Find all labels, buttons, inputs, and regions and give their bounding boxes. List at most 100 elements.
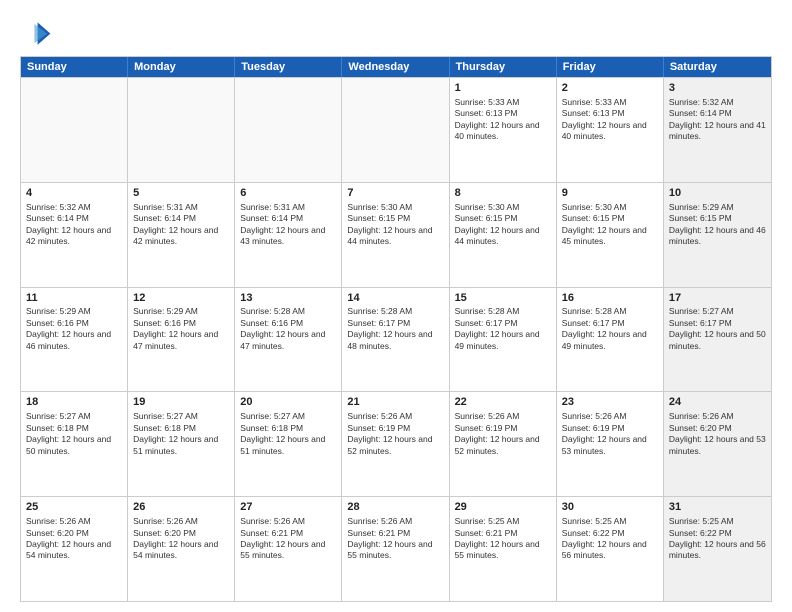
sunrise-text: Sunrise: 5:27 AM — [669, 306, 734, 316]
day-cell-5: 5Sunrise: 5:31 AMSunset: 6:14 PMDaylight… — [128, 183, 235, 287]
calendar-row-3: 18Sunrise: 5:27 AMSunset: 6:18 PMDayligh… — [21, 391, 771, 496]
logo-icon — [20, 16, 52, 48]
daylight-text: Daylight: 12 hours and 56 minutes. — [562, 539, 647, 560]
daylight-text: Daylight: 12 hours and 44 minutes. — [455, 225, 540, 246]
day-number: 8 — [455, 186, 551, 201]
sunrise-text: Sunrise: 5:26 AM — [26, 516, 91, 526]
daylight-text: Daylight: 12 hours and 42 minutes. — [133, 225, 218, 246]
header-day-tuesday: Tuesday — [235, 57, 342, 77]
daylight-text: Daylight: 12 hours and 54 minutes. — [133, 539, 218, 560]
daylight-text: Daylight: 12 hours and 48 minutes. — [347, 329, 432, 350]
sunrise-text: Sunrise: 5:28 AM — [562, 306, 627, 316]
calendar-row-0: 1Sunrise: 5:33 AMSunset: 6:13 PMDaylight… — [21, 77, 771, 182]
day-number: 30 — [562, 500, 658, 515]
daylight-text: Daylight: 12 hours and 46 minutes. — [26, 329, 111, 350]
day-cell-12: 12Sunrise: 5:29 AMSunset: 6:16 PMDayligh… — [128, 288, 235, 392]
sunrise-text: Sunrise: 5:26 AM — [240, 516, 305, 526]
header-day-saturday: Saturday — [664, 57, 771, 77]
day-cell-11: 11Sunrise: 5:29 AMSunset: 6:16 PMDayligh… — [21, 288, 128, 392]
day-number: 1 — [455, 81, 551, 96]
day-cell-6: 6Sunrise: 5:31 AMSunset: 6:14 PMDaylight… — [235, 183, 342, 287]
sunrise-text: Sunrise: 5:30 AM — [455, 202, 520, 212]
day-number: 23 — [562, 395, 658, 410]
daylight-text: Daylight: 12 hours and 51 minutes. — [133, 434, 218, 455]
sunset-text: Sunset: 6:15 PM — [347, 213, 410, 223]
daylight-text: Daylight: 12 hours and 52 minutes. — [347, 434, 432, 455]
daylight-text: Daylight: 12 hours and 51 minutes. — [240, 434, 325, 455]
day-cell-29: 29Sunrise: 5:25 AM Sunset: 6:21 PMDayligh… — [450, 497, 557, 601]
header-day-thursday: Thursday — [450, 57, 557, 77]
daylight-text: Daylight: 12 hours and 45 minutes. — [562, 225, 647, 246]
sunrise-text: Sunrise: 5:32 AM — [26, 202, 91, 212]
sunrise-text: Sunrise: 5:31 AM — [240, 202, 305, 212]
day-cell-28: 28Sunrise: 5:26 AMSunset: 6:21 PMDayligh… — [342, 497, 449, 601]
daylight-text: Daylight: 12 hours and 55 minutes. — [240, 539, 325, 560]
sunset-text: Sunset: 6:21 PM — [455, 528, 518, 538]
day-cell-20: 20Sunrise: 5:27 AMSunset: 6:18 PMDayligh… — [235, 392, 342, 496]
sunrise-text: Sunrise: 5:31 AM — [133, 202, 198, 212]
day-cell-31: 31Sunrise: 5:25 AMSunset: 6:22 PMDayligh… — [664, 497, 771, 601]
sunset-text: Sunset: 6:17 PM — [669, 318, 732, 328]
sunset-text: Sunset: 6:21 PM — [347, 528, 410, 538]
empty-cell — [342, 78, 449, 182]
day-cell-2: 2Sunrise: 5:33 AMSunset: 6:13 PMDaylight… — [557, 78, 664, 182]
day-number: 10 — [669, 186, 766, 201]
empty-cell — [128, 78, 235, 182]
day-cell-13: 13Sunrise: 5:28 AMSunset: 6:16 PMDayligh… — [235, 288, 342, 392]
sunrise-text: Sunrise: 5:26 AM — [455, 411, 520, 421]
daylight-text: Daylight: 12 hours and 41 minutes. — [669, 120, 766, 141]
day-cell-3: 3Sunrise: 5:32 AMSunset: 6:14 PMDaylight… — [664, 78, 771, 182]
day-cell-17: 17Sunrise: 5:27 AMSunset: 6:17 PMDayligh… — [664, 288, 771, 392]
sunset-text: Sunset: 6:22 PM — [669, 528, 732, 538]
sunrise-text: Sunrise: 5:29 AM — [26, 306, 91, 316]
sunset-text: Sunset: 6:17 PM — [562, 318, 625, 328]
day-cell-26: 26Sunrise: 5:26 AMSunset: 6:20 PMDayligh… — [128, 497, 235, 601]
day-cell-25: 25Sunrise: 5:26 AMSunset: 6:20 PMDayligh… — [21, 497, 128, 601]
calendar-row-4: 25Sunrise: 5:26 AMSunset: 6:20 PMDayligh… — [21, 496, 771, 601]
sunset-text: Sunset: 6:15 PM — [669, 213, 732, 223]
sunset-text: Sunset: 6:16 PM — [240, 318, 303, 328]
day-cell-7: 7Sunrise: 5:30 AMSunset: 6:15 PM Daylight… — [342, 183, 449, 287]
day-number: 26 — [133, 500, 229, 515]
calendar-header: SundayMondayTuesdayWednesdayThursdayFrid… — [21, 57, 771, 77]
day-cell-4: 4Sunrise: 5:32 AMSunset: 6:14 PMDaylight… — [21, 183, 128, 287]
sunset-text: Sunset: 6:15 PM — [562, 213, 625, 223]
empty-cell — [235, 78, 342, 182]
day-number: 19 — [133, 395, 229, 410]
calendar-row-1: 4Sunrise: 5:32 AM Sunset: 6:14 PM Daylight… — [21, 182, 771, 287]
day-number: 25 — [26, 500, 122, 515]
header-day-wednesday: Wednesday — [342, 57, 449, 77]
daylight-text: Daylight: 12 hours and 44 minutes. — [347, 225, 432, 246]
day-number: 24 — [669, 395, 766, 410]
calendar: SundayMondayTuesdayWednesdayThursdayFrid… — [20, 56, 772, 602]
day-number: 29 — [455, 500, 551, 515]
sunrise-text: Sunrise: 5:25 AM — [669, 516, 734, 526]
day-cell-9: 9Sunrise: 5:30 AMSunset: 6:15 PMDaylight… — [557, 183, 664, 287]
day-number: 28 — [347, 500, 443, 515]
daylight-text: Daylight: 12 hours and 55 minutes. — [347, 539, 432, 560]
header — [20, 16, 772, 48]
header-day-monday: Monday — [128, 57, 235, 77]
daylight-text: Daylight: 12 hours and 53 minutes. — [669, 434, 766, 455]
sunrise-text: Sunrise: 5:28 AM — [240, 306, 305, 316]
day-cell-24: 24Sunrise: 5:26 AMSunset: 6:20 PMDayligh… — [664, 392, 771, 496]
sunset-text: Sunset: 6:18 PM — [133, 423, 196, 433]
day-cell-1: 1Sunrise: 5:33 AMSunset: 6:13 PMDaylight… — [450, 78, 557, 182]
daylight-text: Daylight: 12 hours and 49 minutes. — [455, 329, 540, 350]
sunset-text: Sunset: 6:17 PM — [347, 318, 410, 328]
day-number: 4 — [26, 186, 122, 201]
sunrise-text: Sunrise: 5:27 AM — [26, 411, 91, 421]
day-number: 7 — [347, 186, 443, 201]
sunrise-text: Sunrise: 5:25 AM — [455, 516, 520, 526]
sunset-text: Sunset: 6:18 PM — [240, 423, 303, 433]
sunset-text: Sunset: 6:18 PM — [26, 423, 89, 433]
page: SundayMondayTuesdayWednesdayThursdayFrid… — [0, 0, 792, 612]
sunrise-text: Sunrise: 5:26 AM — [347, 411, 412, 421]
daylight-text: Daylight: 12 hours and 55 minutes. — [455, 539, 540, 560]
sunrise-text: Sunrise: 5:30 AM — [562, 202, 627, 212]
day-cell-19: 19Sunrise: 5:27 AMSunset: 6:18 PMDayligh… — [128, 392, 235, 496]
header-day-friday: Friday — [557, 57, 664, 77]
sunset-text: Sunset: 6:14 PM — [133, 213, 196, 223]
sunrise-text: Sunrise: 5:30 AM — [347, 202, 412, 212]
sunset-text: Sunset: 6:13 PM — [562, 108, 625, 118]
